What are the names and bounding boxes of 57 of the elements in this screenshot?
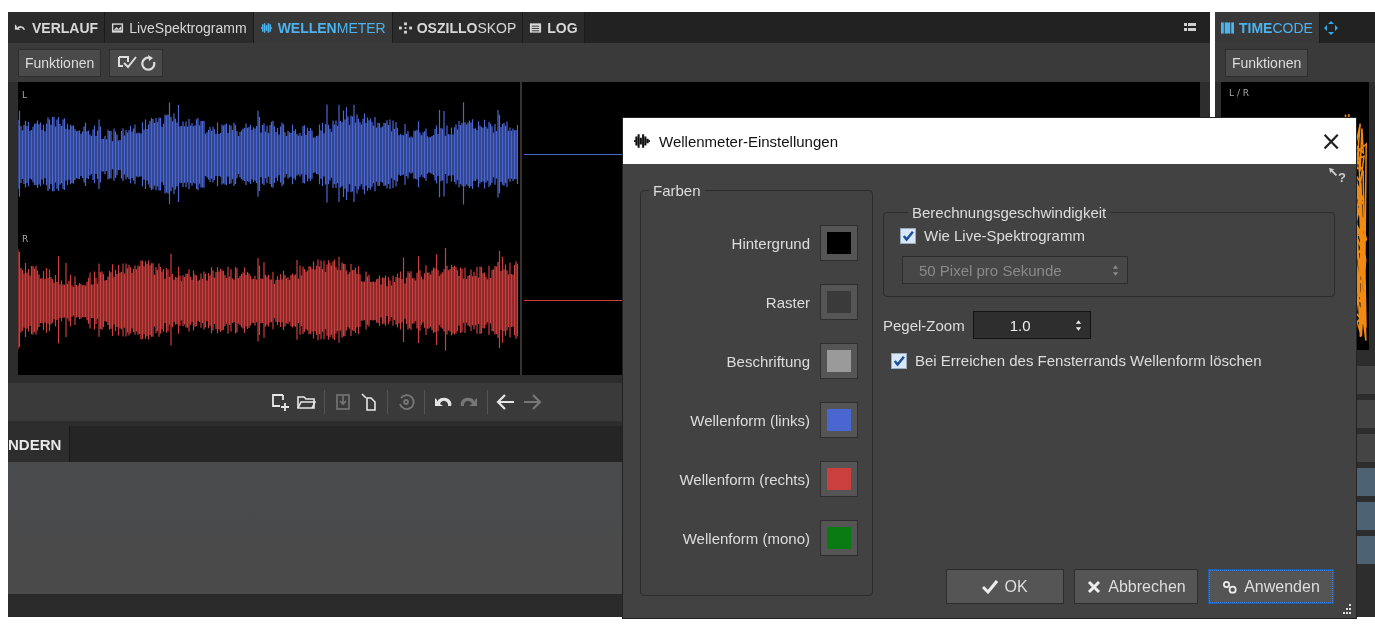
help-button[interactable]: ?	[1338, 170, 1346, 185]
apply-button[interactable]: Anwenden	[1208, 569, 1334, 604]
image-icon	[111, 21, 125, 34]
color-label: Wellenform (links)	[690, 411, 810, 429]
color-swatch[interactable]	[820, 225, 858, 261]
checkbox[interactable]	[891, 352, 907, 369]
close-icon	[1086, 579, 1103, 594]
gears-icon	[1222, 579, 1239, 594]
crosshair-icon[interactable]	[1323, 20, 1338, 35]
color-label: Wellenform (mono)	[682, 529, 810, 547]
panel-tab[interactable]: TIMECODE	[1215, 12, 1320, 43]
checkmark-icon	[982, 579, 999, 594]
checkbox-label: Bei Erreichen des Fensterrands Wellenform löschen	[915, 352, 1262, 369]
panel-tab[interactable]: VERLAUF	[8, 12, 106, 43]
back-arrow-icon[interactable]	[496, 392, 516, 412]
waveform-icon	[259, 21, 273, 34]
zoom-spinbox[interactable]: 1.0	[972, 311, 1091, 339]
ok-button[interactable]: OK	[946, 569, 1064, 604]
panel-tab[interactable]: WELLENMETER	[253, 12, 393, 43]
color-label: Hintergrund	[731, 234, 810, 252]
group-title: Farben	[652, 182, 702, 199]
field-label: Pegel-Zoom	[883, 316, 965, 334]
spin-arrows-icon	[1112, 263, 1119, 277]
checkbox-label: Wie Live-Spektrogramm	[924, 227, 1085, 244]
color-swatch[interactable]	[820, 520, 858, 556]
cancel-button[interactable]: Abbrechen	[1074, 569, 1198, 604]
color-swatch[interactable]	[820, 461, 858, 497]
spin-arrows-icon	[1074, 318, 1082, 332]
checkbox[interactable]	[900, 227, 916, 244]
menu-icon[interactable]	[1184, 22, 1196, 33]
film-icon	[1221, 21, 1234, 34]
color-label: Wellenform (rechts)	[679, 470, 810, 488]
panel-tab[interactable]: NDERN	[8, 426, 71, 462]
new-window-icon[interactable]	[270, 392, 290, 412]
channel-label: L	[22, 90, 27, 100]
functions-button[interactable]: Funktionen	[1225, 48, 1309, 77]
channel-label: L / R	[1229, 88, 1250, 98]
close-button[interactable]: ×	[1316, 128, 1346, 154]
panel-tab[interactable]: LOG	[523, 12, 585, 43]
color-swatch[interactable]	[820, 343, 858, 379]
color-swatch[interactable]	[820, 402, 858, 438]
resize-grip-icon[interactable]	[1342, 604, 1352, 614]
panel-tab[interactable]: LiveSpektrogramm	[105, 12, 254, 43]
crosshair-icon	[398, 21, 412, 34]
channel-label: R	[22, 234, 29, 244]
dialog-title: Wellenmeter-Einstellungen	[659, 132, 838, 150]
panel-tab[interactable]: OSZILLOSKOP	[392, 12, 524, 43]
edit-document-icon[interactable]	[359, 392, 379, 412]
pointer-icon	[1329, 168, 1339, 177]
tool-button-group[interactable]	[109, 48, 164, 77]
color-swatch[interactable]	[820, 284, 858, 320]
waveform-icon	[633, 133, 651, 149]
color-label: Raster	[765, 293, 810, 311]
group-title: Berechnungsgeschwindigkeit	[911, 204, 1108, 221]
functions-button[interactable]: Funktionen	[18, 48, 102, 77]
color-label: Beschriftung	[726, 352, 810, 370]
document-icon	[529, 21, 543, 34]
